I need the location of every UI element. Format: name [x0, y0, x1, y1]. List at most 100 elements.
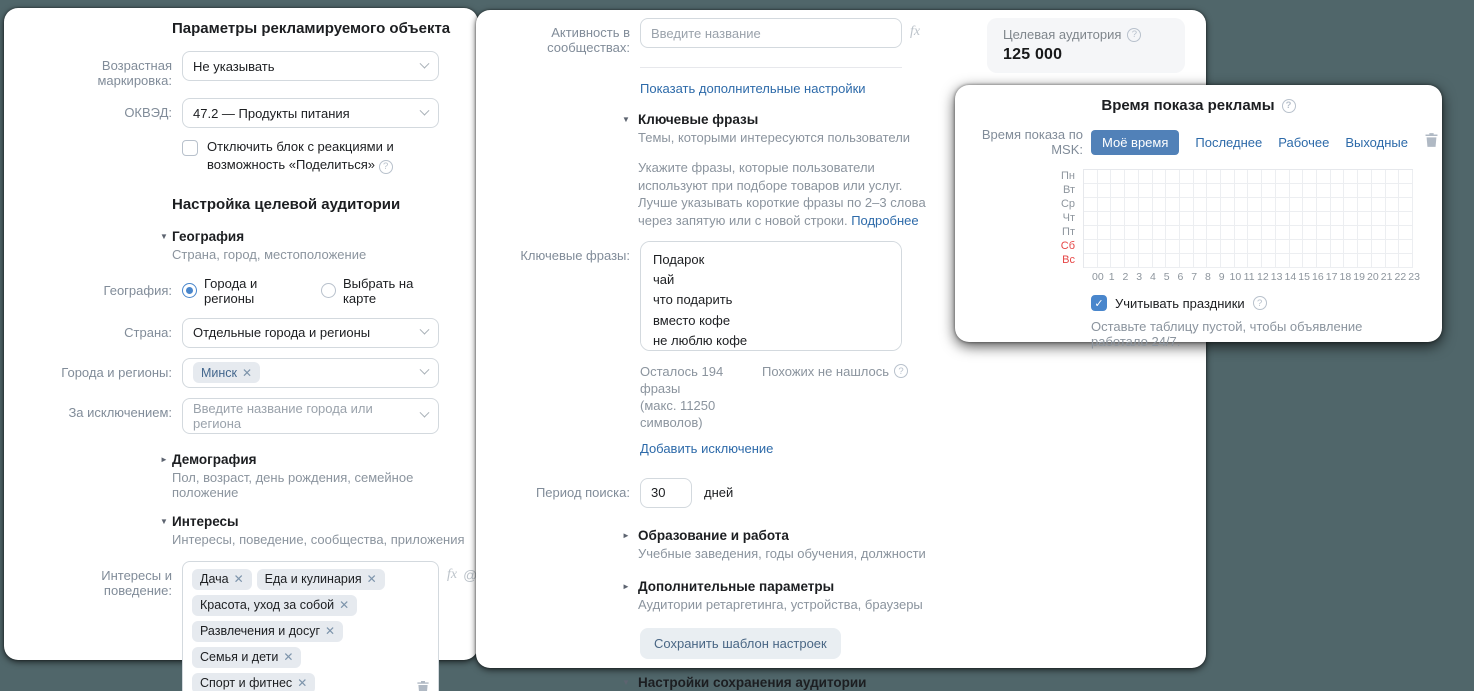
schedule-cell[interactable] [1386, 212, 1400, 226]
schedule-cell[interactable] [1153, 226, 1167, 240]
schedule-cell[interactable] [1317, 226, 1331, 240]
chip-remove-icon[interactable]: ✕ [325, 624, 335, 638]
clear-interests-trash-icon[interactable] [416, 680, 430, 691]
geography-section-toggle[interactable]: ▼ География [160, 229, 478, 244]
schedule-cell[interactable] [1331, 184, 1345, 198]
schedule-cell[interactable] [1399, 240, 1413, 254]
schedule-cell[interactable] [1386, 184, 1400, 198]
schedule-cell[interactable] [1084, 170, 1098, 184]
schedule-cell[interactable] [1358, 184, 1372, 198]
schedule-cell[interactable] [1386, 226, 1400, 240]
schedule-cell[interactable] [1276, 254, 1290, 268]
schedule-cell[interactable] [1221, 198, 1235, 212]
keyphrases-textarea[interactable]: Подарок чай что подарить вместо кофе не … [640, 241, 902, 351]
schedule-cell[interactable] [1276, 212, 1290, 226]
schedule-cell[interactable] [1344, 254, 1358, 268]
schedule-tab-option[interactable]: Рабочее [1278, 135, 1329, 150]
schedule-cell[interactable] [1221, 184, 1235, 198]
schedule-cell[interactable] [1235, 226, 1249, 240]
schedule-cell[interactable] [1317, 240, 1331, 254]
schedule-cell[interactable] [1399, 170, 1413, 184]
schedule-cell[interactable] [1331, 240, 1345, 254]
schedule-cell[interactable] [1344, 184, 1358, 198]
schedule-cell[interactable] [1290, 184, 1304, 198]
schedule-cell[interactable] [1399, 184, 1413, 198]
schedule-cell[interactable] [1386, 240, 1400, 254]
schedule-cell[interactable] [1262, 212, 1276, 226]
schedule-cell[interactable] [1248, 198, 1262, 212]
schedule-cell[interactable] [1098, 212, 1112, 226]
schedule-cell[interactable] [1331, 254, 1345, 268]
schedule-cell[interactable] [1084, 198, 1098, 212]
chip-remove-icon[interactable]: ✕ [297, 676, 307, 690]
schedule-cell[interactable] [1207, 184, 1221, 198]
schedule-cell[interactable] [1111, 170, 1125, 184]
schedule-cell[interactable] [1303, 226, 1317, 240]
schedule-cell[interactable] [1166, 170, 1180, 184]
schedule-cell[interactable] [1221, 240, 1235, 254]
except-cities-select[interactable]: Введите название города или региона [182, 398, 439, 434]
schedule-cell[interactable] [1358, 226, 1372, 240]
schedule-cell[interactable] [1248, 240, 1262, 254]
schedule-cell[interactable] [1153, 212, 1167, 226]
schedule-cell[interactable] [1290, 212, 1304, 226]
schedule-cell[interactable] [1317, 170, 1331, 184]
radio-cities-regions[interactable] [182, 283, 197, 298]
schedule-cell[interactable] [1317, 198, 1331, 212]
schedule-cell[interactable] [1166, 240, 1180, 254]
schedule-cell[interactable] [1317, 254, 1331, 268]
schedule-cell[interactable] [1125, 254, 1139, 268]
schedule-cell[interactable] [1386, 198, 1400, 212]
help-icon[interactable]: ? [1253, 296, 1267, 310]
schedule-cell[interactable] [1125, 198, 1139, 212]
schedule-cell[interactable] [1207, 212, 1221, 226]
save-template-button[interactable]: Сохранить шаблон настроек [640, 628, 841, 659]
schedule-cell[interactable] [1276, 226, 1290, 240]
schedule-cell[interactable] [1331, 226, 1345, 240]
schedule-cell[interactable] [1303, 254, 1317, 268]
schedule-cell[interactable] [1084, 254, 1098, 268]
schedule-cell[interactable] [1166, 254, 1180, 268]
schedule-cell[interactable] [1344, 240, 1358, 254]
schedule-cell[interactable] [1084, 184, 1098, 198]
schedule-cell[interactable] [1303, 198, 1317, 212]
holidays-checkbox[interactable]: ✓ [1091, 295, 1107, 311]
schedule-cell[interactable] [1111, 184, 1125, 198]
community-activity-input[interactable]: Введите название [640, 18, 902, 48]
chip-remove-icon[interactable]: ✕ [283, 650, 293, 664]
schedule-cell[interactable] [1098, 198, 1112, 212]
chip-remove-icon[interactable]: ✕ [339, 598, 349, 612]
fx-formula-icon[interactable]: fx [910, 18, 920, 40]
chip-remove-icon[interactable]: ✕ [234, 572, 244, 586]
schedule-cell[interactable] [1180, 198, 1194, 212]
schedule-cell[interactable] [1180, 240, 1194, 254]
cities-select[interactable]: Минск✕ [182, 358, 439, 388]
save-audience-section-toggle[interactable]: ▼ Настройки сохранения аудитории [622, 675, 1206, 690]
schedule-cell[interactable] [1139, 240, 1153, 254]
schedule-cell[interactable] [1153, 254, 1167, 268]
schedule-cell[interactable] [1111, 198, 1125, 212]
schedule-cell[interactable] [1331, 212, 1345, 226]
schedule-cell[interactable] [1399, 226, 1413, 240]
schedule-cell[interactable] [1276, 198, 1290, 212]
schedule-tab-option[interactable]: Последнее [1195, 135, 1262, 150]
schedule-cell[interactable] [1262, 170, 1276, 184]
schedule-cell[interactable] [1344, 170, 1358, 184]
schedule-cell[interactable] [1194, 226, 1208, 240]
schedule-cell[interactable] [1262, 198, 1276, 212]
schedule-cell[interactable] [1290, 198, 1304, 212]
education-section-toggle[interactable]: ► Образование и работа [622, 528, 1206, 543]
disable-reactions-checkbox[interactable] [182, 140, 198, 156]
extra-params-section-toggle[interactable]: ► Дополнительные параметры [622, 579, 1206, 594]
schedule-cell[interactable] [1331, 198, 1345, 212]
schedule-cell[interactable] [1153, 184, 1167, 198]
help-icon[interactable]: ? [379, 160, 393, 174]
schedule-cell[interactable] [1139, 226, 1153, 240]
schedule-cell[interactable] [1194, 198, 1208, 212]
schedule-cell[interactable] [1098, 254, 1112, 268]
schedule-cell[interactable] [1166, 226, 1180, 240]
fx-formula-icon[interactable]: fx [447, 561, 457, 583]
schedule-cell[interactable] [1399, 212, 1413, 226]
schedule-cell[interactable] [1221, 226, 1235, 240]
schedule-cell[interactable] [1221, 212, 1235, 226]
